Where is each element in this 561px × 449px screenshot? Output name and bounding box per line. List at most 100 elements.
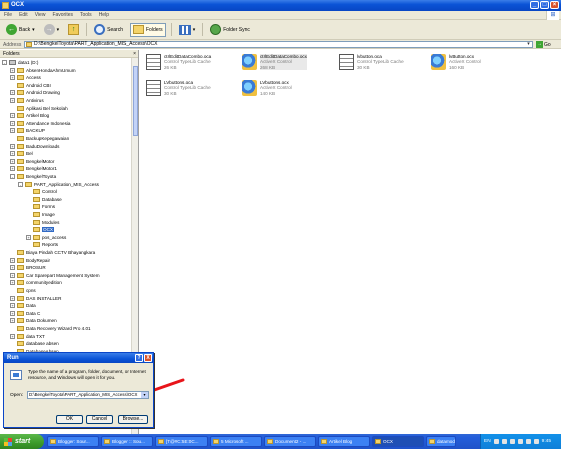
tree-item[interactable]: cpns	[10, 287, 36, 294]
tray-icon[interactable]	[501, 439, 507, 444]
expand-icon[interactable]: +	[10, 128, 15, 134]
expand-icon[interactable]: +	[10, 120, 15, 126]
tree-item[interactable]: Data Recovery Wizard Pro 4.01	[10, 325, 91, 332]
chevron-down-icon[interactable]: ▾	[32, 27, 35, 33]
taskbar-button[interactable]: Artikel Blog	[318, 436, 370, 447]
menu-favorites[interactable]: Favorites	[52, 12, 73, 18]
tree-item[interactable]: + BodyRepair	[10, 257, 50, 264]
expand-icon[interactable]: +	[10, 265, 15, 271]
expand-icon[interactable]: +	[10, 158, 15, 164]
tree-item[interactable]: - data1 (D:)	[2, 59, 38, 66]
expand-icon[interactable]: +	[10, 151, 15, 157]
close-button[interactable]: ×	[550, 1, 559, 9]
tree-item[interactable]: + Antivirus	[10, 97, 44, 104]
tree-item[interactable]: + Android Drawing	[10, 89, 60, 96]
close-button[interactable]: X	[144, 354, 152, 362]
expand-icon[interactable]: +	[10, 333, 15, 339]
window-title-bar[interactable]: OCX _ □ ×	[0, 0, 561, 11]
expand-icon[interactable]: +	[10, 280, 15, 286]
tree-item[interactable]: + Car Sparepart Management System	[10, 272, 100, 279]
expand-icon[interactable]: +	[10, 75, 15, 81]
tree-item[interactable]: + Artikel Blog	[10, 112, 49, 119]
expand-icon[interactable]: +	[10, 98, 15, 103]
tray-icon[interactable]	[509, 439, 515, 444]
expand-icon[interactable]: +	[10, 90, 15, 96]
tree-item[interactable]: Control	[26, 188, 57, 195]
expand-icon[interactable]: +	[26, 234, 31, 240]
tree-item[interactable]: Aplikasi Bel Sekolah	[10, 105, 68, 112]
taskbar-button[interactable]: Blogger: Sour...	[47, 436, 99, 447]
tree-item[interactable]: + Data	[10, 302, 36, 309]
tree-item[interactable]: - PART_Application_MIS_Access	[18, 181, 99, 188]
expand-icon[interactable]: +	[10, 295, 15, 301]
tree-item[interactable]: + data TXT	[10, 333, 45, 340]
back-button[interactable]: ← Back ▾	[4, 23, 37, 37]
tray-icon[interactable]	[533, 439, 539, 444]
chevron-down-icon[interactable]: ▾	[57, 27, 60, 33]
expand-icon[interactable]: +	[10, 67, 15, 73]
maximize-button[interactable]: □	[540, 1, 549, 9]
go-button[interactable]: → Go	[536, 41, 551, 48]
tree-item[interactable]: database absen	[10, 340, 59, 347]
tree-item[interactable]: + DAS INSTALLER	[10, 295, 61, 302]
collapse-icon[interactable]: -	[2, 60, 7, 65]
tree-item[interactable]: + BengkelMotor1	[10, 165, 57, 172]
tree-item[interactable]: + Data Dokumen	[10, 317, 57, 324]
expand-icon[interactable]: +	[10, 113, 15, 119]
expand-icon[interactable]: +	[10, 318, 15, 324]
collapse-icon[interactable]: -	[18, 181, 23, 187]
chevron-down-icon[interactable]: ▾	[141, 392, 148, 398]
taskbar-button[interactable]: datamode03.1...	[426, 436, 456, 447]
tree-item[interactable]: BackupKepegawaian	[10, 135, 69, 142]
tree-item[interactable]: Forms	[26, 203, 55, 210]
expand-icon[interactable]: +	[10, 257, 15, 263]
tree-item[interactable]: + AbsenHondaAhmUmum	[10, 67, 76, 74]
open-input[interactable]: D:\BengkelToyota\PART_Application_MIS_Ac…	[27, 391, 149, 399]
tree-item[interactable]: + BROSUR	[10, 264, 46, 271]
run-dialog-title-bar[interactable]: Run ? X	[4, 353, 153, 363]
cancel-button[interactable]: Cancel	[86, 415, 113, 424]
taskbar-button[interactable]: OCX	[372, 436, 424, 447]
forward-button[interactable]: → ▾	[42, 23, 62, 37]
tree-item[interactable]: + Bel	[10, 150, 33, 157]
tree-item[interactable]: Biaya Pindah CCTV Bhayangkara	[10, 249, 95, 256]
tree-item[interactable]: + BengkelMotor	[10, 158, 54, 165]
collapse-icon[interactable]: -	[10, 174, 15, 179]
taskbar-button[interactable]: Document2 - ...	[264, 436, 316, 447]
expand-icon[interactable]: +	[10, 310, 15, 316]
file-item[interactable]: lvbutton.oca Control TypeLib Cache 30 KB	[335, 52, 435, 78]
up-folder-button[interactable]: ↑	[66, 23, 81, 37]
taskbar-button[interactable]: 5 Microsoft ...	[210, 436, 262, 447]
folder-sync-button[interactable]: Folder Sync	[208, 23, 252, 37]
chevron-down-icon[interactable]: ▾	[525, 42, 532, 47]
search-button[interactable]: Search	[92, 23, 125, 37]
expand-icon[interactable]: +	[10, 272, 15, 278]
start-button[interactable]: start	[0, 434, 44, 449]
file-item[interactable]: LVbuttons.ocx ActiveX Control 140 KB	[238, 78, 338, 104]
file-item[interactable]: LVbuttons.oca Control TypeLib Cache 30 KB	[142, 78, 242, 104]
clock[interactable]: 9:45	[542, 439, 551, 444]
chevron-down-icon[interactable]: ▾	[193, 27, 196, 33]
tree-item[interactable]: + communityedition	[10, 279, 62, 286]
menu-help[interactable]: Help	[99, 12, 109, 18]
tree-item[interactable]: - BengkelToyota	[10, 173, 56, 180]
file-item[interactable]: ctrlEditDataCombo.ocx ActiveX Control 268 …	[238, 52, 338, 78]
minimize-button[interactable]: _	[530, 1, 539, 9]
tree-item[interactable]: + pos_access	[26, 234, 66, 241]
tree-item[interactable]: OCX	[26, 226, 54, 233]
file-item[interactable]: ctrlEditDataCombo.oca Control TypeLib Cac…	[142, 52, 242, 78]
scrollbar-thumb[interactable]	[133, 66, 138, 136]
tree-item[interactable]: Modules	[26, 219, 59, 226]
taskbar-button[interactable]: Blogger :: Sou...	[101, 436, 153, 447]
tree-item[interactable]: + Access	[10, 74, 41, 81]
views-button[interactable]: ▾	[177, 23, 198, 37]
help-button[interactable]: ?	[135, 354, 143, 362]
taskbar-button[interactable]: [T@#C:5E:0C...	[155, 436, 208, 447]
address-input[interactable]: D:\BengkelToyota\PART_Application_MIS_Ac…	[24, 41, 533, 48]
tree-item[interactable]: Android CBI	[10, 82, 51, 89]
tree-item[interactable]: Database	[26, 196, 62, 203]
language-indicator[interactable]: EN	[484, 439, 491, 444]
expand-icon[interactable]: +	[10, 166, 15, 172]
tree-item[interactable]: Image	[26, 211, 55, 218]
folders-button[interactable]: Folders	[130, 22, 166, 37]
